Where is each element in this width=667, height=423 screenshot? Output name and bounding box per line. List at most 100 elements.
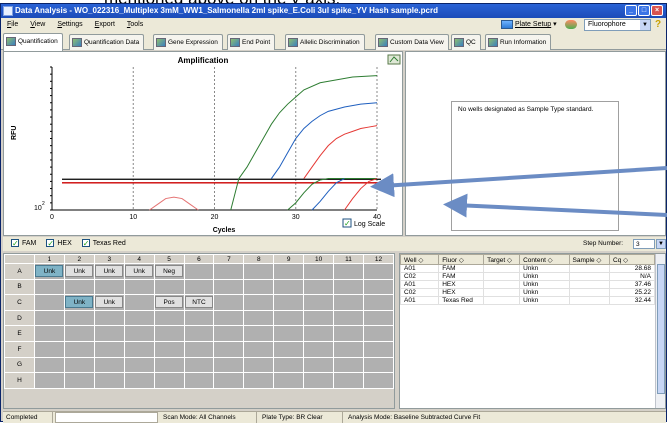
plate-well[interactable] (153, 340, 185, 358)
plate-well[interactable] (183, 340, 215, 358)
plate-well[interactable]: Neg (153, 263, 185, 280)
plate-well[interactable] (362, 309, 395, 327)
tab-qc[interactable]: QC (451, 34, 481, 50)
plate-well[interactable] (243, 263, 275, 280)
plate-well[interactable] (333, 325, 364, 342)
plate-well[interactable] (34, 356, 65, 374)
plate-well[interactable] (243, 278, 275, 296)
tab-allelic-discrimination[interactable]: Allelic Discrimination (285, 34, 365, 50)
plate-well[interactable] (123, 309, 155, 327)
plate-well[interactable] (303, 278, 335, 296)
plate-well[interactable] (93, 372, 125, 389)
plate-well[interactable] (213, 278, 245, 296)
plate-well[interactable] (93, 309, 125, 327)
plate-well[interactable] (243, 340, 275, 358)
well-table-header[interactable]: Content ◇ (519, 254, 570, 265)
plate-well[interactable] (333, 294, 364, 311)
plate-well[interactable] (153, 325, 185, 342)
plate-well[interactable] (303, 294, 335, 311)
menu-settings[interactable]: Settings (57, 18, 82, 32)
plate-row-header[interactable]: C (4, 294, 35, 311)
plate-row-header[interactable]: E (4, 325, 35, 342)
plate-well[interactable] (213, 340, 245, 358)
plate-well[interactable] (243, 309, 275, 327)
menu-file[interactable]: File (7, 18, 18, 32)
plate-well[interactable] (34, 278, 65, 296)
plate-well[interactable] (93, 325, 125, 342)
plate-well[interactable] (183, 278, 215, 296)
plate-well[interactable] (123, 340, 155, 358)
plate-well[interactable] (362, 325, 395, 342)
plate-well[interactable] (153, 356, 185, 374)
plate-well[interactable] (183, 309, 215, 327)
well-table-header[interactable]: Target ◇ (483, 254, 521, 265)
plate-column-header[interactable]: 12 (362, 254, 395, 264)
table-row[interactable]: C02 HEX Unkn 25.22 (399, 288, 655, 297)
plate-column-header[interactable]: 7 (213, 254, 245, 264)
plate-setup-button[interactable]: Plate Setup ▾ (501, 19, 577, 31)
plate-well[interactable] (63, 309, 95, 327)
plate-column-header[interactable]: 1 (34, 254, 65, 264)
plate-well[interactable] (333, 372, 364, 389)
well-table-header[interactable]: Fluor ◇ (438, 254, 485, 265)
menu-export[interactable]: Export (95, 18, 115, 32)
well-table-header[interactable]: Well ◇ (399, 254, 440, 265)
plate-well[interactable]: Unk (34, 263, 65, 280)
plate-well[interactable] (123, 294, 155, 311)
plate-well[interactable] (362, 278, 395, 296)
plate-column-header[interactable]: 4 (123, 254, 155, 264)
menu-tools[interactable]: Tools (127, 18, 143, 32)
plate-well[interactable] (273, 372, 305, 389)
plate-row-header[interactable]: F (4, 340, 35, 358)
plate-well[interactable] (362, 340, 395, 358)
plate-column-header[interactable]: 5 (153, 254, 185, 264)
tab-end-point[interactable]: End Point (227, 34, 276, 50)
plate-well[interactable] (273, 356, 305, 374)
plate-well[interactable] (213, 372, 245, 389)
plate-column-header[interactable]: 10 (303, 254, 335, 264)
close-button[interactable]: × (651, 5, 663, 16)
plate-well[interactable] (93, 356, 125, 374)
texas-red-checkbox[interactable] (81, 237, 90, 251)
plate-well[interactable] (273, 325, 305, 342)
plate-well[interactable] (34, 309, 65, 327)
plate-well[interactable] (362, 294, 395, 311)
plate-column-header[interactable]: 9 (273, 254, 305, 264)
help-icon[interactable]: ? (655, 18, 661, 32)
plate-well[interactable]: Unk (63, 294, 95, 311)
plate-well[interactable] (153, 278, 185, 296)
plate-row-header[interactable]: H (4, 372, 35, 389)
plate-row-header[interactable]: G (4, 356, 35, 374)
plate-column-header[interactable]: 2 (63, 254, 95, 264)
table-row[interactable]: A01 HEX Unkn 37.46 (399, 280, 655, 289)
plate-well[interactable] (243, 356, 275, 374)
maximize-button[interactable]: □ (638, 5, 650, 16)
plate-well[interactable] (153, 372, 185, 389)
plate-column-header[interactable]: 3 (93, 254, 125, 264)
plate-well[interactable] (273, 309, 305, 327)
plate-well[interactable] (34, 294, 65, 311)
plate-well[interactable] (183, 263, 215, 280)
hex-checkbox[interactable] (46, 237, 55, 251)
plate-well[interactable] (213, 356, 245, 374)
tab-quantification-data[interactable]: Quantification Data (69, 34, 145, 50)
plate-well[interactable] (213, 294, 245, 311)
table-row[interactable]: C02 FAM Unkn N/A (399, 272, 655, 281)
plate-well[interactable] (183, 356, 215, 374)
plate-well[interactable] (183, 372, 215, 389)
plate-column-header[interactable]: 8 (243, 254, 275, 264)
plate-well[interactable] (333, 278, 364, 296)
plate-well[interactable] (93, 278, 125, 296)
plate-well[interactable]: Unk (93, 263, 125, 280)
plate-well[interactable] (183, 325, 215, 342)
step-number-select[interactable]: 3 (633, 239, 655, 249)
plate-row-header[interactable]: A (4, 263, 35, 280)
fluorophore-select[interactable]: Fluorophore ▼ (584, 19, 651, 31)
plate-well[interactable] (333, 309, 364, 327)
plate-well[interactable]: Unk (93, 294, 125, 311)
scrollbar-thumb[interactable] (657, 264, 665, 394)
plate-well[interactable] (303, 340, 335, 358)
plate-well[interactable]: Unk (63, 263, 95, 280)
tab-custom-data-view[interactable]: Custom Data View (375, 34, 449, 50)
plate-well[interactable] (153, 309, 185, 327)
